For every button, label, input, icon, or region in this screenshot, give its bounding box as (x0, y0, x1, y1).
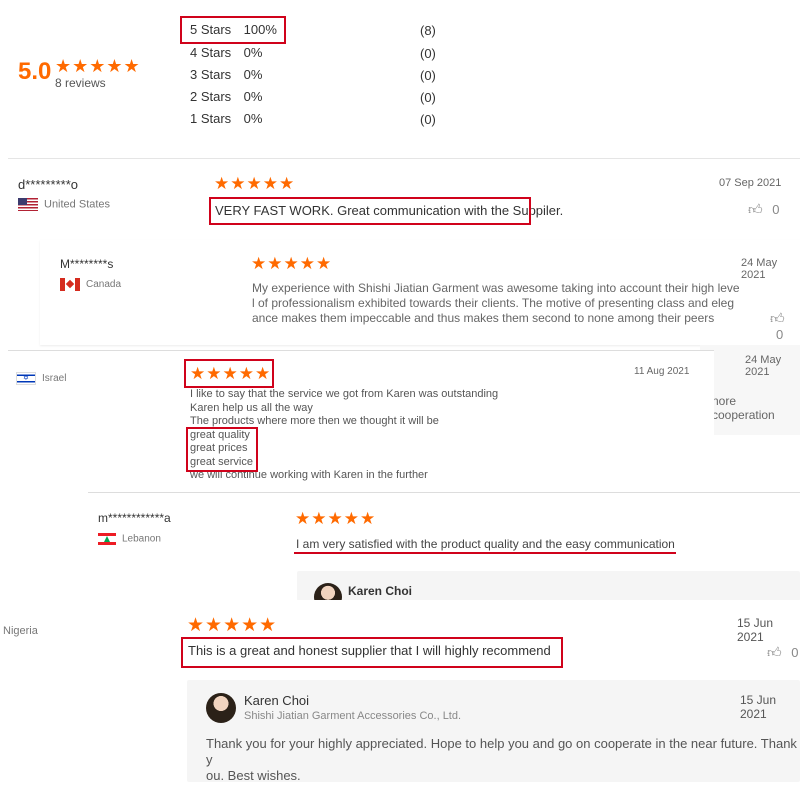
like-button[interactable]: 👍︎ 0 (767, 644, 799, 661)
dist-label: 3 Stars (190, 67, 232, 82)
review-text: nore cooperation (712, 394, 775, 422)
reply-box: Karen Choi Shishi Jiatian Garment Access… (187, 680, 800, 784)
avatar (314, 583, 342, 601)
review-date: 11 Aug 2021 (634, 366, 690, 377)
highlight-box (186, 427, 258, 472)
dist-row-2[interactable]: 2 Stars 0% (190, 89, 262, 104)
dist-pct: 0% (243, 45, 263, 60)
rating-summary: 5.0 (18, 58, 51, 86)
dist-pct: 0% (243, 111, 263, 126)
review-text: I am very satisfied with the product qua… (296, 537, 675, 551)
like-count: 0 (791, 645, 799, 660)
country-name: Canada (86, 279, 122, 291)
highlight-box (209, 197, 531, 225)
text-line: l of professionalism exhibited towards t… (252, 296, 735, 310)
review-date: 07 Sep 2021 (719, 177, 782, 189)
flag-lb-icon (98, 533, 116, 545)
reviewer-country: Nigeria (3, 625, 38, 637)
country-name: United States (44, 198, 111, 211)
reply-company: Shishi Jiatian Garment Accessories Co., … (244, 710, 462, 722)
reviewer-name: d*********o (18, 177, 78, 192)
review-text: My experience with Shishi Jiatian Garmen… (252, 281, 740, 326)
dist-count: (0) (420, 112, 436, 127)
reply-box: Karen Choi (297, 571, 800, 601)
text-line: Thank you for your highly appreciated. H… (206, 736, 797, 767)
dist-label: 2 Stars (190, 89, 232, 104)
thumb-up-icon: 👍︎ (748, 201, 763, 217)
dist-row-4[interactable]: 4 Stars 0% (190, 45, 262, 60)
review-count: 8 reviews (55, 76, 106, 90)
highlight-box (180, 16, 286, 44)
flag-ca-icon (60, 278, 80, 291)
reviewer-name: m************a (98, 511, 171, 525)
review-stars: ★★★★★ (214, 174, 296, 193)
reviewer-country: Canada (60, 278, 121, 291)
text-line: Karen help us all the way (190, 401, 313, 414)
avatar (206, 693, 236, 723)
flag-us-icon (18, 198, 38, 211)
country-name: Israel (42, 373, 67, 385)
country-name: Lebanon (122, 533, 161, 545)
dist-row-3[interactable]: 3 Stars 0% (190, 67, 262, 82)
reviewer-country: Lebanon (98, 533, 161, 545)
like-button[interactable]: 👍︎ 0 (770, 310, 800, 342)
text-line: ou. Best wishes. (206, 768, 301, 783)
flag-il-icon: ✡ (16, 372, 36, 385)
reviewer-country: United States (18, 198, 110, 211)
dist-count: (0) (420, 68, 436, 83)
thumb-up-icon: 👍︎ (767, 644, 782, 660)
text-line: My experience with Shishi Jiatian Garmen… (252, 281, 740, 295)
highlight-box (181, 637, 563, 668)
reviewer-country: ✡ Israel (16, 372, 66, 385)
text-line: I like to say that the service we got fr… (190, 388, 499, 400)
dist-row-1[interactable]: 1 Stars 0% (190, 111, 262, 126)
reply-name: Karen Choi (348, 584, 413, 598)
like-button[interactable]: 👍︎ 0 (748, 201, 780, 218)
divider (8, 158, 800, 159)
text-line: ance makes them impeccable and thus make… (252, 311, 715, 325)
reply-name: Karen Choi (244, 693, 310, 708)
dist-count: (8) (420, 23, 436, 38)
dist-count: (0) (420, 46, 436, 61)
review-date: 24 May 2021 (745, 354, 782, 378)
reviewer-name: M********s (60, 257, 114, 271)
average-stars: ★★★★★ (55, 56, 141, 76)
dist-pct: 0% (243, 89, 263, 104)
thumb-up-icon: 👍︎ (770, 310, 785, 326)
review-stars: ★★★★★ (251, 254, 333, 273)
review-date: 15 Jun 2021 (737, 616, 774, 644)
like-count: 0 (776, 327, 784, 342)
average-score: 5.0 (18, 58, 52, 85)
dist-pct: 0% (243, 67, 263, 82)
review-stars: ★★★★★ (187, 615, 278, 636)
reply-text: Thank you for your highly appreciated. H… (206, 736, 800, 784)
highlight-box (184, 359, 274, 388)
reply-date: 15 Jun 2021 (740, 693, 777, 721)
highlight-underline (294, 552, 676, 554)
dist-label: 1 Stars (190, 111, 232, 126)
dist-count: (0) (420, 90, 436, 105)
dist-label: 4 Stars (190, 45, 232, 60)
review-stars: ★★★★★ (295, 509, 377, 528)
like-count: 0 (772, 202, 780, 217)
review-date: 24 May 2021 (741, 257, 778, 281)
